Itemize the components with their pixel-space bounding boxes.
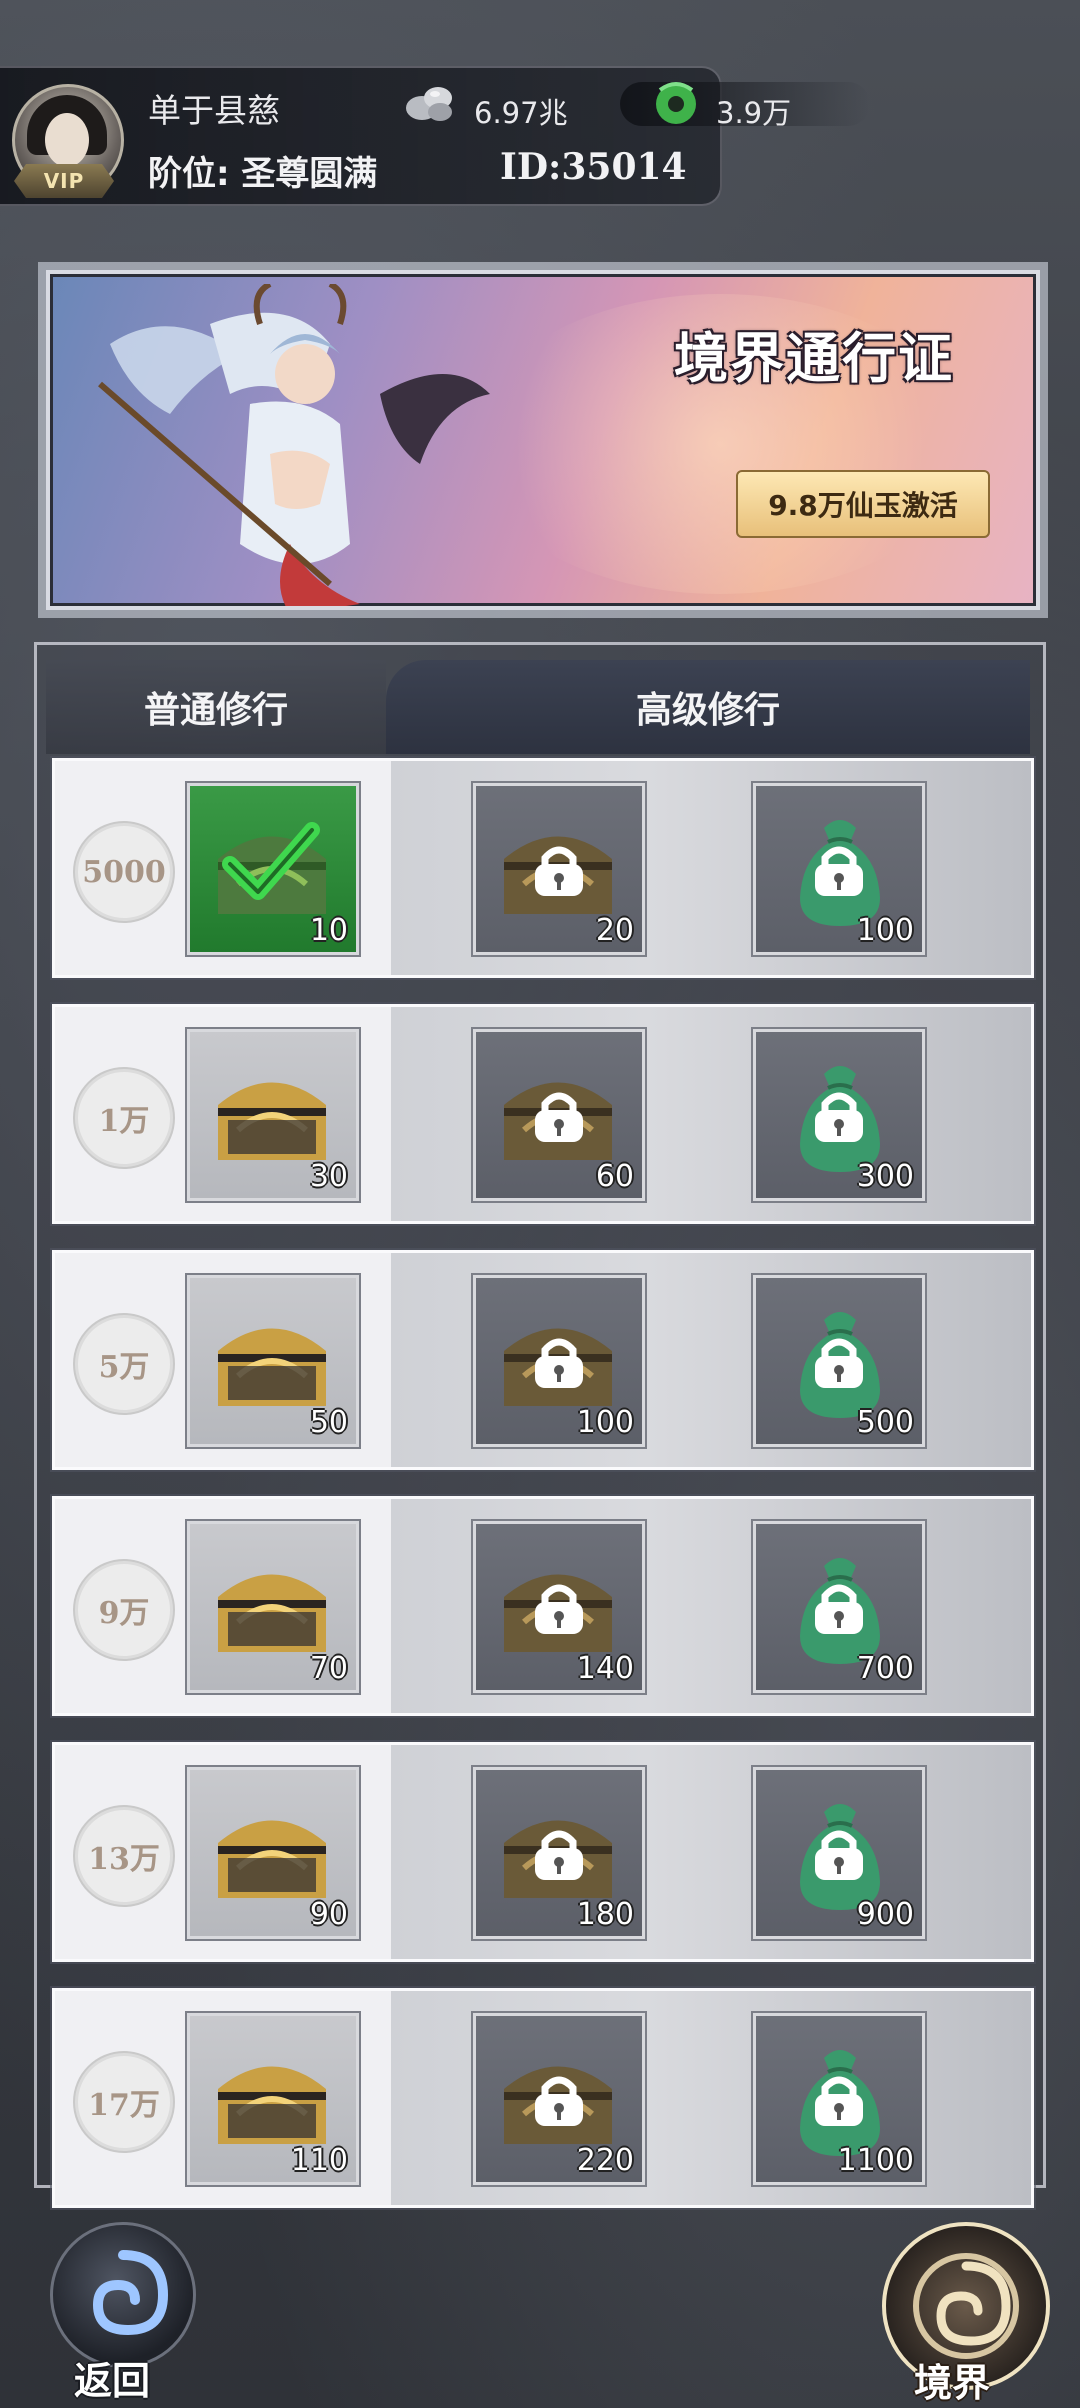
reward-quantity: 1100 (837, 2143, 914, 2178)
requirement-badge: 1万 (75, 1069, 173, 1167)
advanced-chest-slot[interactable]: 180 (473, 1767, 645, 1939)
lock-icon (535, 1830, 583, 1880)
reward-quantity: 100 (856, 913, 914, 948)
reward-quantity: 900 (856, 1897, 914, 1932)
treasure-chest-icon (218, 1820, 326, 1898)
lock-icon (815, 1830, 863, 1880)
reward-quantity: 30 (309, 1159, 348, 1194)
normal-reward-slot[interactable]: 50 (187, 1275, 359, 1447)
reward-quantity: 90 (309, 1897, 348, 1932)
lock-icon (535, 846, 583, 896)
advanced-chest-slot[interactable]: 220 (473, 2013, 645, 2185)
reward-row: 1万 30 60 300 (52, 1004, 1034, 1224)
lock-icon (815, 1092, 863, 1142)
track-tabs: 普通修行 高级修行 (46, 660, 1030, 754)
reward-row: 5万 50 100 500 (52, 1250, 1034, 1470)
requirement-badge: 17万 (75, 2053, 173, 2151)
advanced-chest-slot[interactable]: 140 (473, 1521, 645, 1693)
jade-icon (656, 82, 696, 124)
reward-row: 17万 110 220 1100 (52, 1988, 1034, 2208)
treasure-chest-icon (218, 1328, 326, 1406)
reward-row: 13万 90 180 900 (52, 1742, 1034, 1962)
requirement-badge: 5万 (75, 1315, 173, 1413)
reward-quantity: 700 (856, 1651, 914, 1686)
advanced-chest-slot[interactable]: 20 (473, 783, 645, 955)
advanced-jade-slot[interactable]: 100 (753, 783, 925, 955)
claimed-check-icon (222, 822, 320, 900)
tab-normal-cultivation[interactable]: 普通修行 (46, 660, 386, 754)
realm-label: 境界 (914, 2361, 991, 2405)
tab-advanced-cultivation[interactable]: 高级修行 (386, 660, 1030, 754)
reward-quantity: 140 (576, 1651, 634, 1686)
reward-quantity: 220 (576, 2143, 634, 2178)
lock-icon (535, 2076, 583, 2126)
reward-quantity: 180 (576, 1897, 634, 1932)
lock-icon (535, 1584, 583, 1634)
normal-reward-slot[interactable]: 30 (187, 1029, 359, 1201)
treasure-chest-icon (218, 2066, 326, 2144)
normal-reward-slot[interactable]: 70 (187, 1521, 359, 1693)
vip-badge: VIP (14, 164, 114, 198)
requirement-badge: 5000 (75, 823, 173, 921)
reward-quantity: 20 (595, 913, 634, 948)
swirl-glyph-icon (92, 2250, 169, 2336)
activate-pass-button[interactable]: 9.8万仙玉激活 (736, 470, 990, 538)
realm-pass-banner: 境界通行证 9.8万仙玉激活 (46, 270, 1040, 610)
lock-icon (535, 1338, 583, 1388)
realm-button[interactable]: 境界 (872, 2222, 1052, 2405)
back-button[interactable]: 返回 (40, 2222, 200, 2403)
reward-quantity: 60 (595, 1159, 634, 1194)
normal-reward-slot[interactable]: 110 (187, 2013, 359, 2185)
rank-text: 阶位: 圣尊圆满 (148, 154, 378, 194)
requirement-badge: 9万 (75, 1561, 173, 1659)
lock-icon (535, 1092, 583, 1142)
lock-icon (815, 1584, 863, 1634)
reward-rows: 5000 10 20 100 1万 30 60 300 5万 50 100 50… (52, 758, 1034, 2234)
treasure-chest-icon (218, 1082, 326, 1160)
player-id: ID:35014 (500, 146, 687, 188)
reward-quantity: 100 (576, 1405, 634, 1440)
advanced-jade-slot[interactable]: 900 (753, 1767, 925, 1939)
normal-reward-slot[interactable]: 10 (187, 783, 359, 955)
reward-quantity: 70 (309, 1651, 348, 1686)
jade-amount: 3.9万 (716, 96, 792, 130)
advanced-chest-slot[interactable]: 100 (473, 1275, 645, 1447)
avatar-face (45, 113, 89, 167)
treasure-chest-icon (218, 1574, 326, 1652)
back-label: 返回 (74, 2359, 151, 2403)
banner-title: 境界通行证 (674, 327, 954, 390)
silver-ore-icon (406, 87, 452, 121)
heroine-illustration (98, 284, 490, 606)
lock-icon (815, 2076, 863, 2126)
advanced-jade-slot[interactable]: 500 (753, 1275, 925, 1447)
reward-quantity: 10 (309, 913, 348, 948)
username: 单于县慈 (148, 91, 280, 130)
reward-quantity: 500 (856, 1405, 914, 1440)
reward-quantity: 110 (290, 2143, 348, 2178)
lock-icon (815, 846, 863, 896)
normal-reward-slot[interactable]: 90 (187, 1767, 359, 1939)
reward-row: 9万 70 140 700 (52, 1496, 1034, 1716)
advanced-jade-slot[interactable]: 300 (753, 1029, 925, 1201)
reward-quantity: 50 (309, 1405, 348, 1440)
lock-icon (815, 1338, 863, 1388)
advanced-jade-slot[interactable]: 700 (753, 1521, 925, 1693)
silver-amount: 6.97兆 (474, 96, 568, 130)
reward-quantity: 300 (856, 1159, 914, 1194)
requirement-badge: 13万 (75, 1807, 173, 1905)
advanced-chest-slot[interactable]: 60 (473, 1029, 645, 1201)
advanced-jade-slot[interactable]: 1100 (753, 2013, 925, 2185)
reward-row: 5000 10 20 100 (52, 758, 1034, 978)
swirl-icon (50, 2222, 196, 2368)
